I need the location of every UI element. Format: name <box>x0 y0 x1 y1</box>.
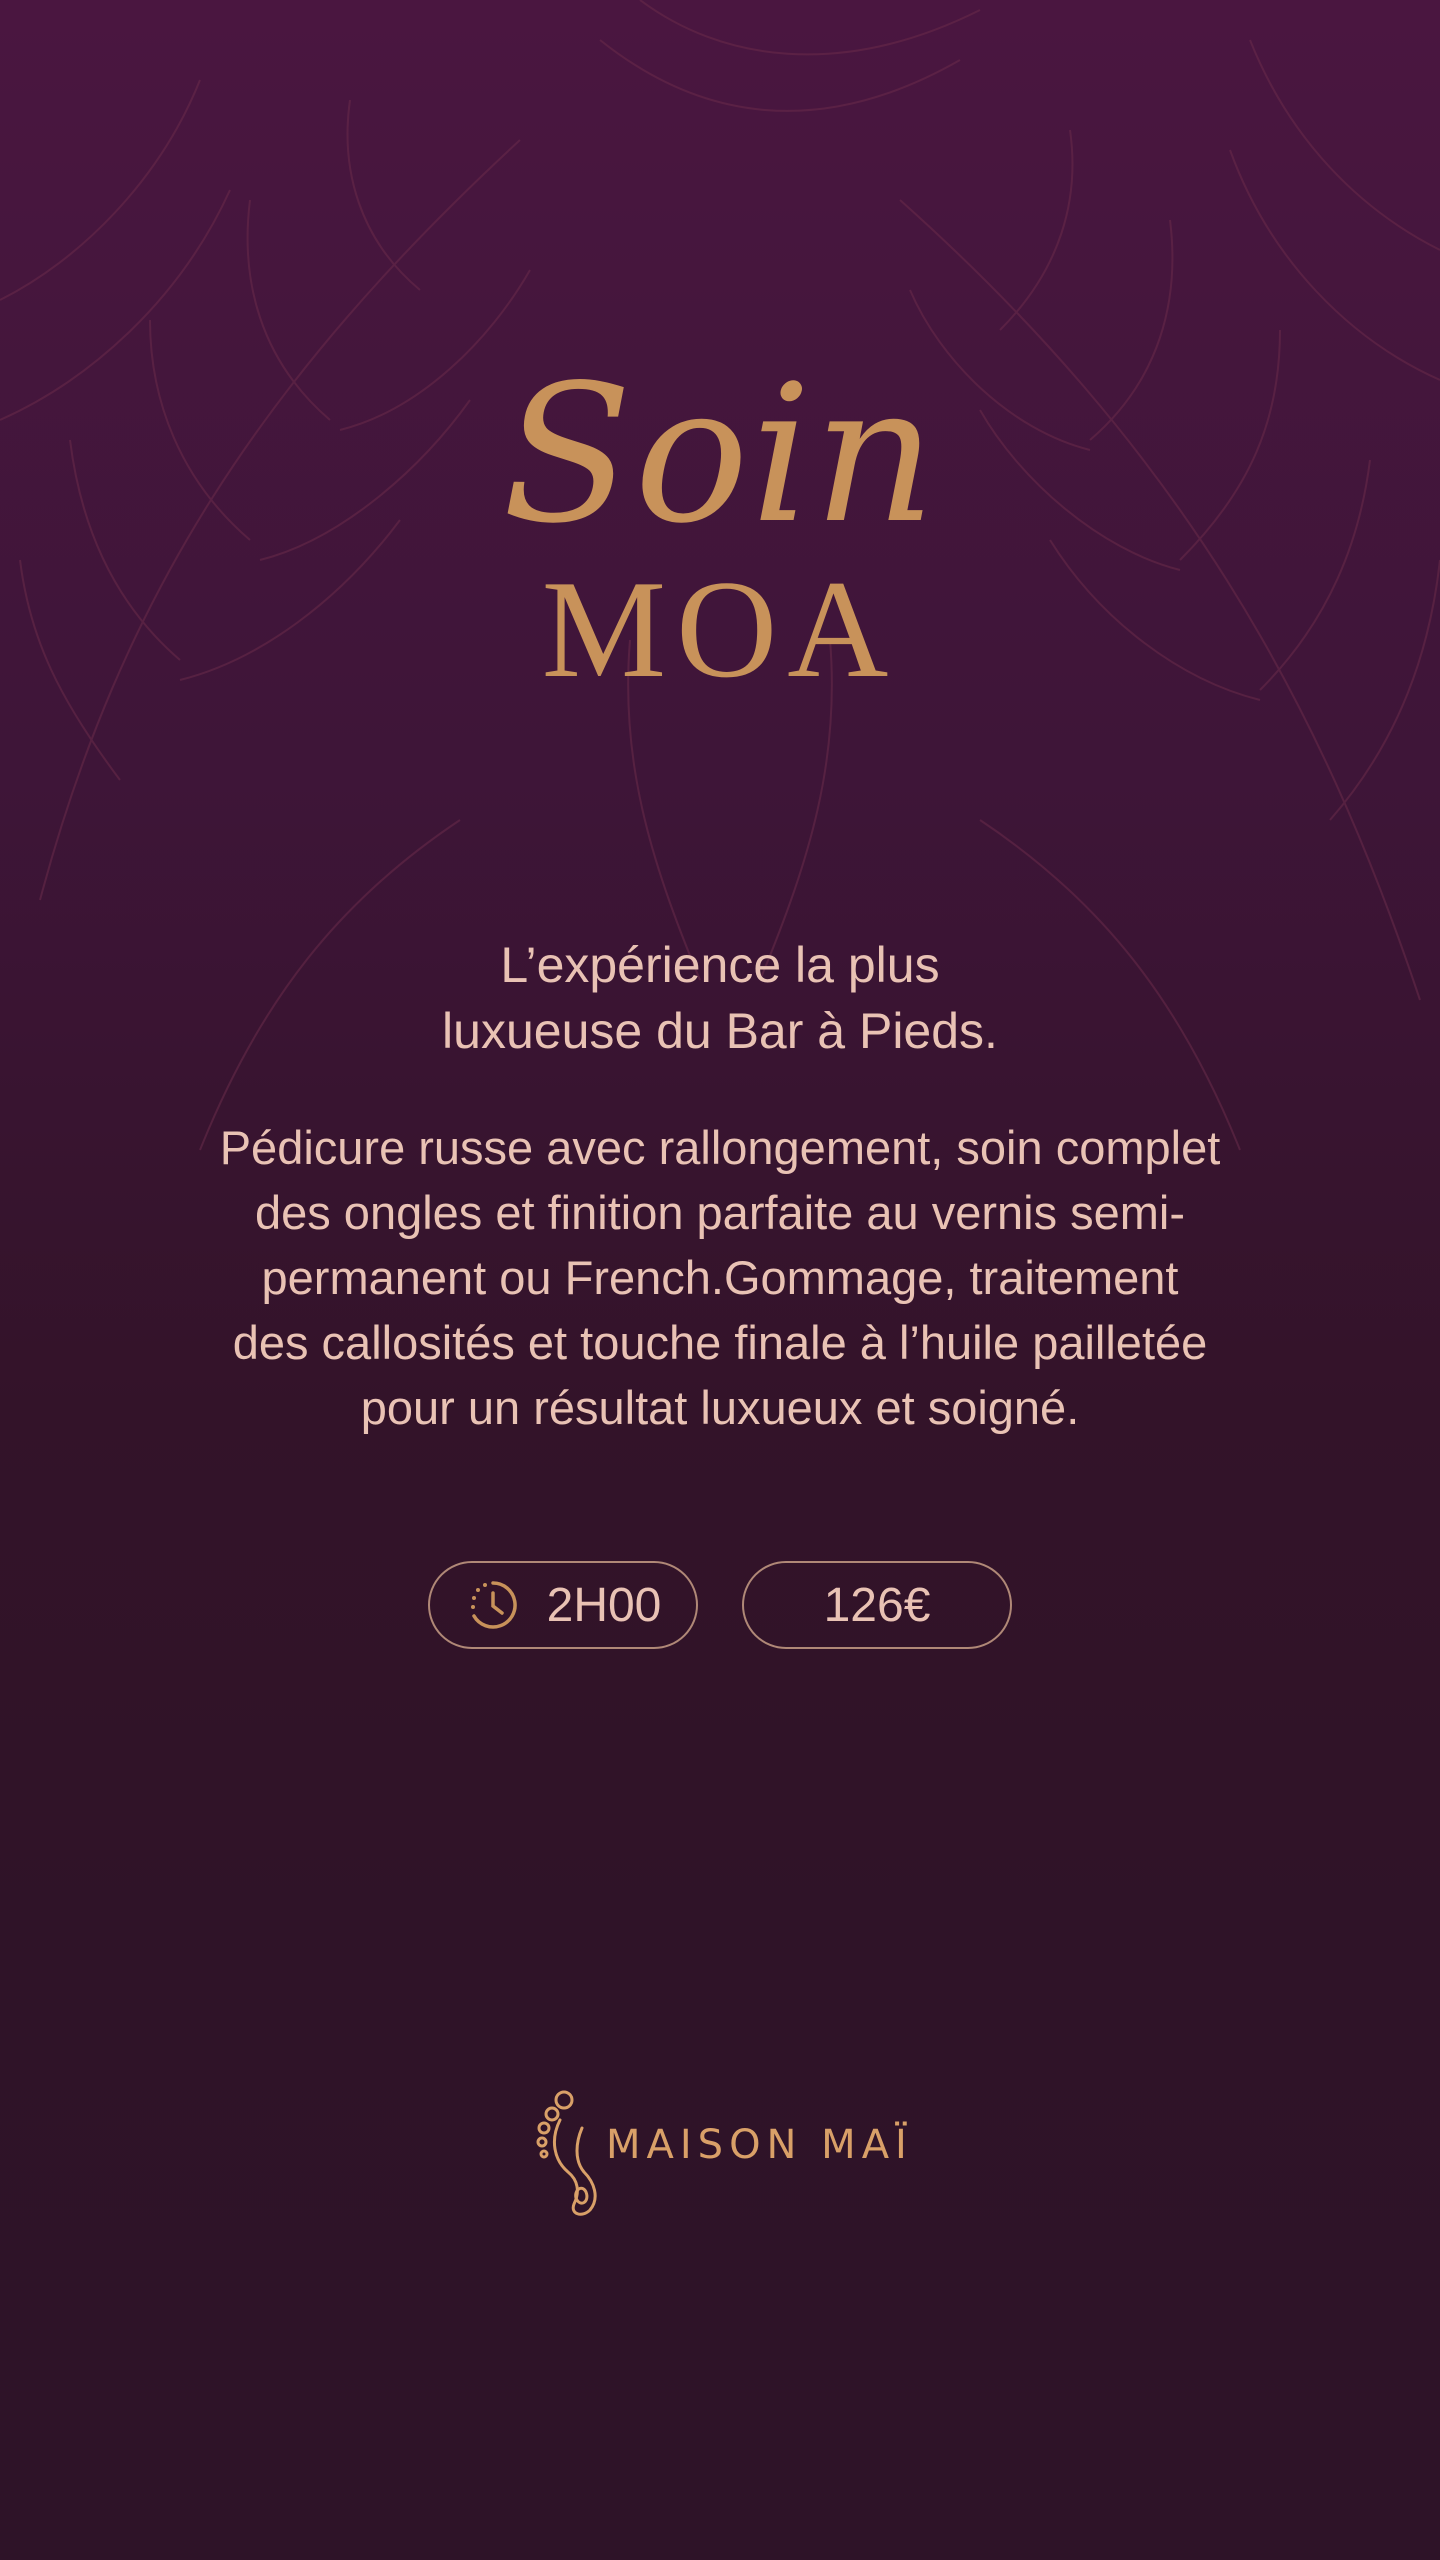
brand-logo: MAISON MAÏ <box>530 2080 930 2220</box>
price-label: 126€ <box>823 1578 931 1632</box>
description-line: pour un résultat luxueux et soigné. <box>360 1381 1080 1434</box>
description-line: des ongles et finition parfaite au verni… <box>254 1186 1186 1239</box>
tagline: L’expérience la plus luxueuse du Bar à P… <box>0 932 1440 1064</box>
description-line: des callosités et touche finale à l’huil… <box>232 1316 1208 1369</box>
service-description: Pédicure russe avec rallongement, soin c… <box>150 1115 1290 1440</box>
title-script-word: Soin <box>502 344 938 565</box>
tagline-line: L’expérience la plus <box>500 937 940 993</box>
tagline-line: luxueuse du Bar à Pieds. <box>442 1003 998 1059</box>
description-line: permanent ou French.Gommage, traitement <box>261 1251 1179 1304</box>
duration-label: 2H00 <box>546 1578 662 1632</box>
brand-name: MAISON MAÏ <box>606 2122 913 2168</box>
price-badge: 126€ <box>742 1561 1012 1649</box>
description-line: Pédicure russe avec rallongement, soin c… <box>219 1121 1221 1174</box>
duration-badge: 2H00 <box>428 1561 698 1649</box>
clock-history-icon <box>470 1581 517 1629</box>
service-title: Soin MOA <box>0 340 1440 720</box>
title-caps-word: MOA <box>541 552 899 707</box>
